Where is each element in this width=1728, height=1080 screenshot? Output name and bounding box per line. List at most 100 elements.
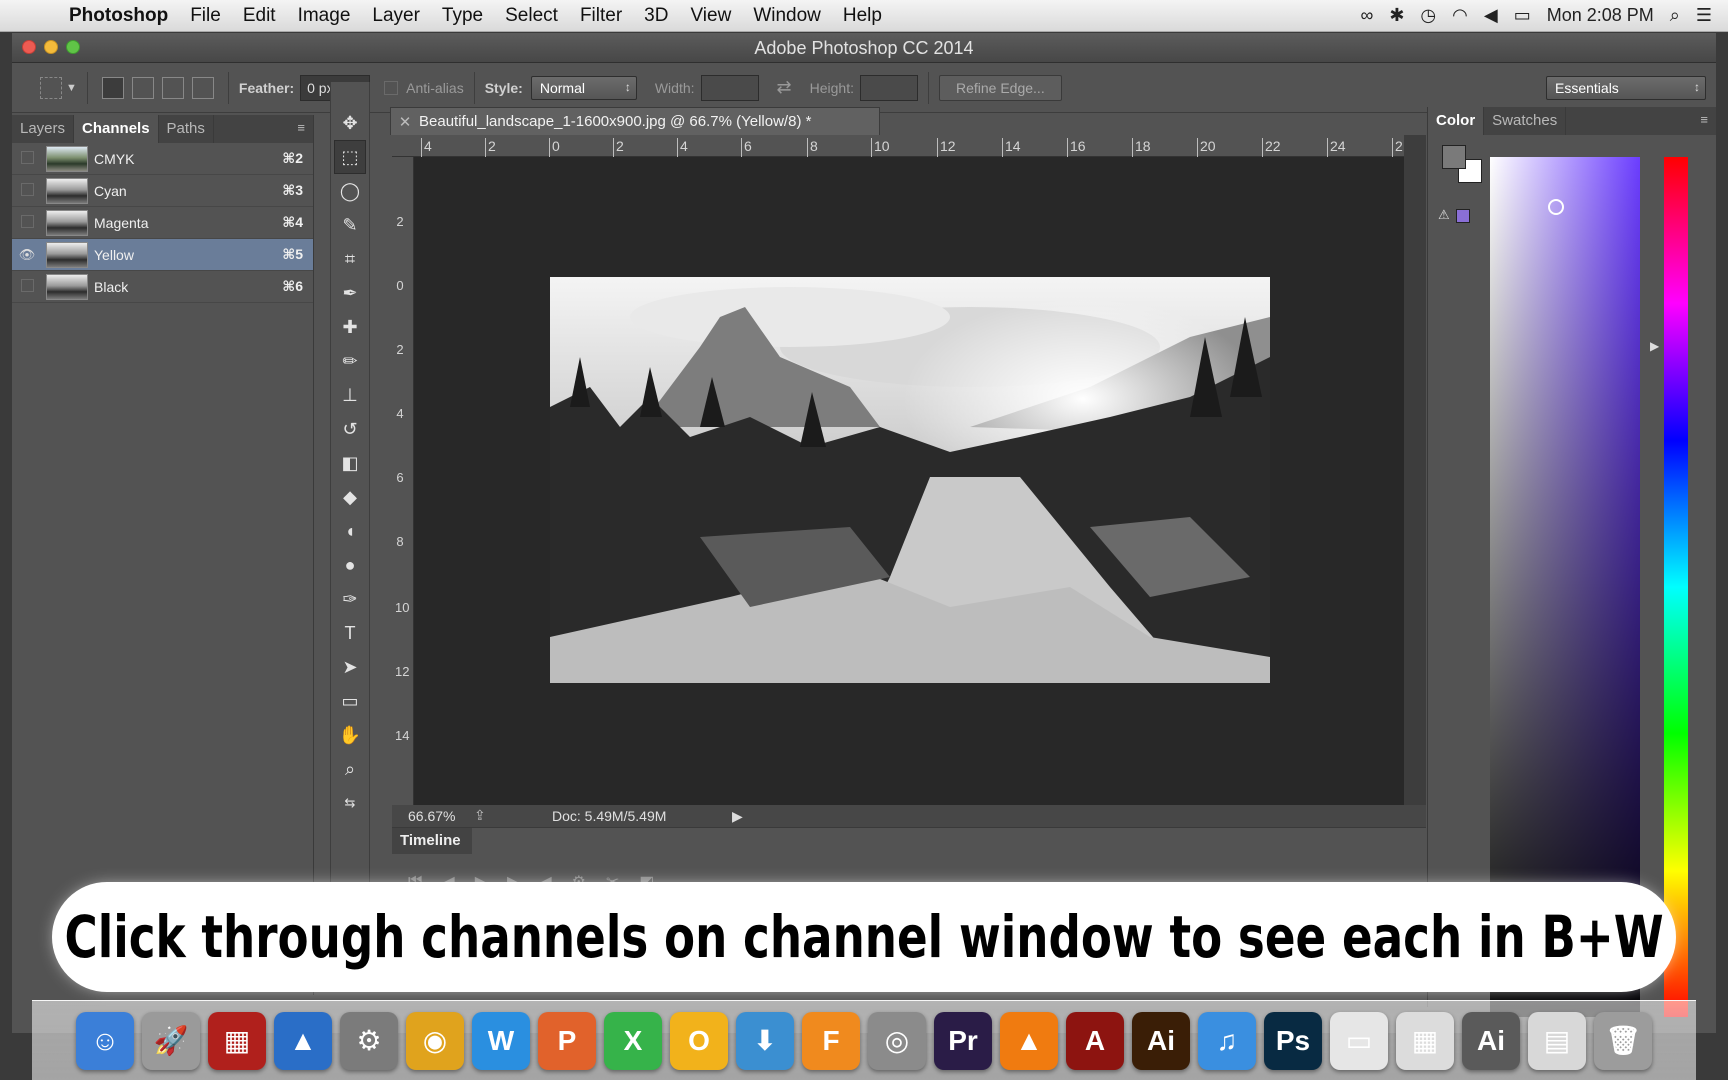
paint-bucket-tool-icon[interactable]: ◆: [331, 480, 369, 514]
intersect-selection-icon[interactable]: [191, 76, 214, 99]
dock-outlook-icon[interactable]: O: [670, 1011, 728, 1070]
dock-powerpoint-icon[interactable]: P: [538, 1011, 596, 1070]
eyedropper-tool-icon[interactable]: ✒: [331, 276, 369, 310]
bluetooth-icon[interactable]: ✱: [1389, 5, 1404, 26]
menu-file[interactable]: File: [179, 5, 232, 27]
marquee-preset-icon[interactable]: [40, 76, 62, 99]
hue-slider[interactable]: [1664, 157, 1688, 1017]
clock[interactable]: Mon 2:08 PM: [1547, 5, 1654, 26]
dock-keynote-icon[interactable]: ▲: [274, 1011, 332, 1070]
tab-color[interactable]: Color: [1428, 107, 1485, 135]
swap-colors-icon[interactable]: ⇆: [331, 786, 369, 820]
antialias-checkbox[interactable]: [384, 80, 399, 95]
warning-icon[interactable]: ⚠: [1438, 207, 1450, 223]
height-input[interactable]: [859, 74, 918, 101]
vertical-scrollbar[interactable]: [1404, 135, 1426, 825]
eraser-tool-icon[interactable]: ◧: [331, 446, 369, 480]
tab-paths[interactable]: Paths: [159, 115, 214, 143]
dock-itunes-icon[interactable]: ♫: [1198, 1011, 1256, 1070]
channel-row-yellow[interactable]: 👁 Yellow ⌘5: [12, 239, 313, 271]
move-tool-icon[interactable]: ✥: [331, 106, 369, 140]
width-input[interactable]: [700, 74, 759, 101]
swap-dimensions-icon[interactable]: ⇄: [777, 77, 792, 98]
channel-row-black[interactable]: Black ⌘6: [12, 271, 313, 303]
visibility-toggle[interactable]: [12, 214, 42, 231]
menu-select[interactable]: Select: [494, 5, 569, 27]
channel-row-cmyk[interactable]: CMYK ⌘2: [12, 143, 313, 175]
menu-edit[interactable]: Edit: [232, 5, 287, 27]
dock-word-icon[interactable]: W: [472, 1011, 530, 1070]
close-document-icon[interactable]: ✕: [391, 113, 419, 131]
battery-icon[interactable]: ▭: [1514, 5, 1531, 26]
eye-icon[interactable]: 👁: [12, 247, 42, 263]
hand-tool-icon[interactable]: ✋: [331, 718, 369, 752]
visibility-toggle[interactable]: [12, 182, 42, 199]
dock-downloads-icon[interactable]: ⬇: [736, 1011, 794, 1070]
horizontal-ruler[interactable]: 4 2 0 2 4 6 8 10 12 14 16 18 20 22 24 2: [392, 135, 1404, 157]
subtract-from-selection-icon[interactable]: [161, 76, 184, 99]
dock-launchpad-icon[interactable]: 🚀: [142, 1011, 200, 1070]
new-selection-icon[interactable]: [101, 76, 124, 99]
healing-brush-tool-icon[interactable]: ✚: [331, 310, 369, 344]
channel-row-magenta[interactable]: Magenta ⌘4: [12, 207, 313, 239]
dock-photo-booth-icon[interactable]: ▦: [208, 1011, 266, 1070]
tab-channels[interactable]: Channels: [74, 115, 159, 143]
dock-illustrator-file-icon[interactable]: Ai: [1462, 1011, 1520, 1070]
color-picker-cursor[interactable]: [1548, 199, 1564, 215]
dock-preview-icon[interactable]: ◎: [868, 1011, 926, 1070]
dock-trash-icon[interactable]: 🗑: [1594, 1011, 1652, 1070]
menu-help[interactable]: Help: [832, 5, 893, 27]
dock-premiere-icon[interactable]: Pr: [934, 1011, 992, 1070]
lasso-tool-icon[interactable]: ◯: [331, 174, 369, 208]
pen-tool-icon[interactable]: ✑: [331, 582, 369, 616]
zoom-level[interactable]: 66.67%: [408, 808, 455, 824]
creative-cloud-icon[interactable]: ∞: [1360, 5, 1373, 26]
dock-finder-icon[interactable]: ☺: [76, 1011, 134, 1070]
menu-layer[interactable]: Layer: [361, 5, 431, 27]
menu-app-photoshop[interactable]: Photoshop: [58, 5, 179, 27]
history-brush-tool-icon[interactable]: ↺: [331, 412, 369, 446]
menu-filter[interactable]: Filter: [569, 5, 633, 27]
crop-tool-icon[interactable]: ⌗: [331, 242, 369, 276]
panel-menu-icon[interactable]: ≡: [1692, 107, 1716, 135]
add-to-selection-icon[interactable]: [131, 76, 154, 99]
blur-tool-icon[interactable]: ◖: [331, 514, 369, 548]
dock-spreadsheet-icon[interactable]: ▦: [1396, 1011, 1454, 1070]
workspace-select[interactable]: Essentials: [1546, 75, 1706, 100]
dock-acrobat-icon[interactable]: A: [1066, 1011, 1124, 1070]
web-safe-swatch[interactable]: [1456, 209, 1470, 223]
rectangle-tool-icon[interactable]: ▭: [331, 684, 369, 718]
dock-illustrator-icon[interactable]: Ai: [1132, 1011, 1190, 1070]
dock-system-preferences-icon[interactable]: ⚙: [340, 1011, 398, 1070]
tab-layers[interactable]: Layers: [12, 115, 75, 143]
dock-web-page-icon[interactable]: ▤: [1528, 1011, 1586, 1070]
menu-view[interactable]: View: [679, 5, 742, 27]
zoom-tool-icon[interactable]: ⌕: [331, 752, 369, 786]
panel-menu-icon[interactable]: ≡: [289, 115, 313, 143]
spotlight-icon[interactable]: ⌕: [1670, 5, 1680, 26]
clone-stamp-tool-icon[interactable]: ⊥: [331, 378, 369, 412]
dock-chrome-icon[interactable]: ◉: [406, 1011, 464, 1070]
volume-icon[interactable]: ◀: [1484, 5, 1498, 26]
chevron-down-icon[interactable]: ▼: [66, 82, 77, 94]
document-tab[interactable]: ✕ Beautiful_landscape_1-1600x900.jpg @ 6…: [390, 107, 880, 135]
wifi-icon[interactable]: ◠: [1452, 5, 1468, 26]
menu-image[interactable]: Image: [287, 5, 362, 27]
timeline-title[interactable]: Timeline: [392, 828, 472, 854]
share-icon[interactable]: ⇪: [474, 807, 486, 824]
style-select[interactable]: Normal: [530, 75, 637, 100]
foreground-color-swatch[interactable]: [1442, 145, 1466, 169]
vertical-ruler[interactable]: 2 0 2 4 6 8 10 12 14: [392, 157, 414, 805]
dock-document-icon[interactable]: ▭: [1330, 1011, 1388, 1070]
path-selection-tool-icon[interactable]: ➤: [331, 650, 369, 684]
menu-3d[interactable]: 3D: [633, 5, 679, 27]
menu-type[interactable]: Type: [431, 5, 494, 27]
marquee-tool-icon[interactable]: ⬚: [334, 140, 366, 174]
brush-tool-icon[interactable]: ✏: [331, 344, 369, 378]
channel-row-cyan[interactable]: Cyan ⌘3: [12, 175, 313, 207]
tab-swatches[interactable]: Swatches: [1484, 107, 1567, 135]
notification-center-icon[interactable]: ☰: [1696, 5, 1712, 26]
type-tool-icon[interactable]: T: [331, 616, 369, 650]
time-machine-icon[interactable]: ◷: [1420, 5, 1436, 26]
dock-vlc-icon[interactable]: ▲: [1000, 1011, 1058, 1070]
